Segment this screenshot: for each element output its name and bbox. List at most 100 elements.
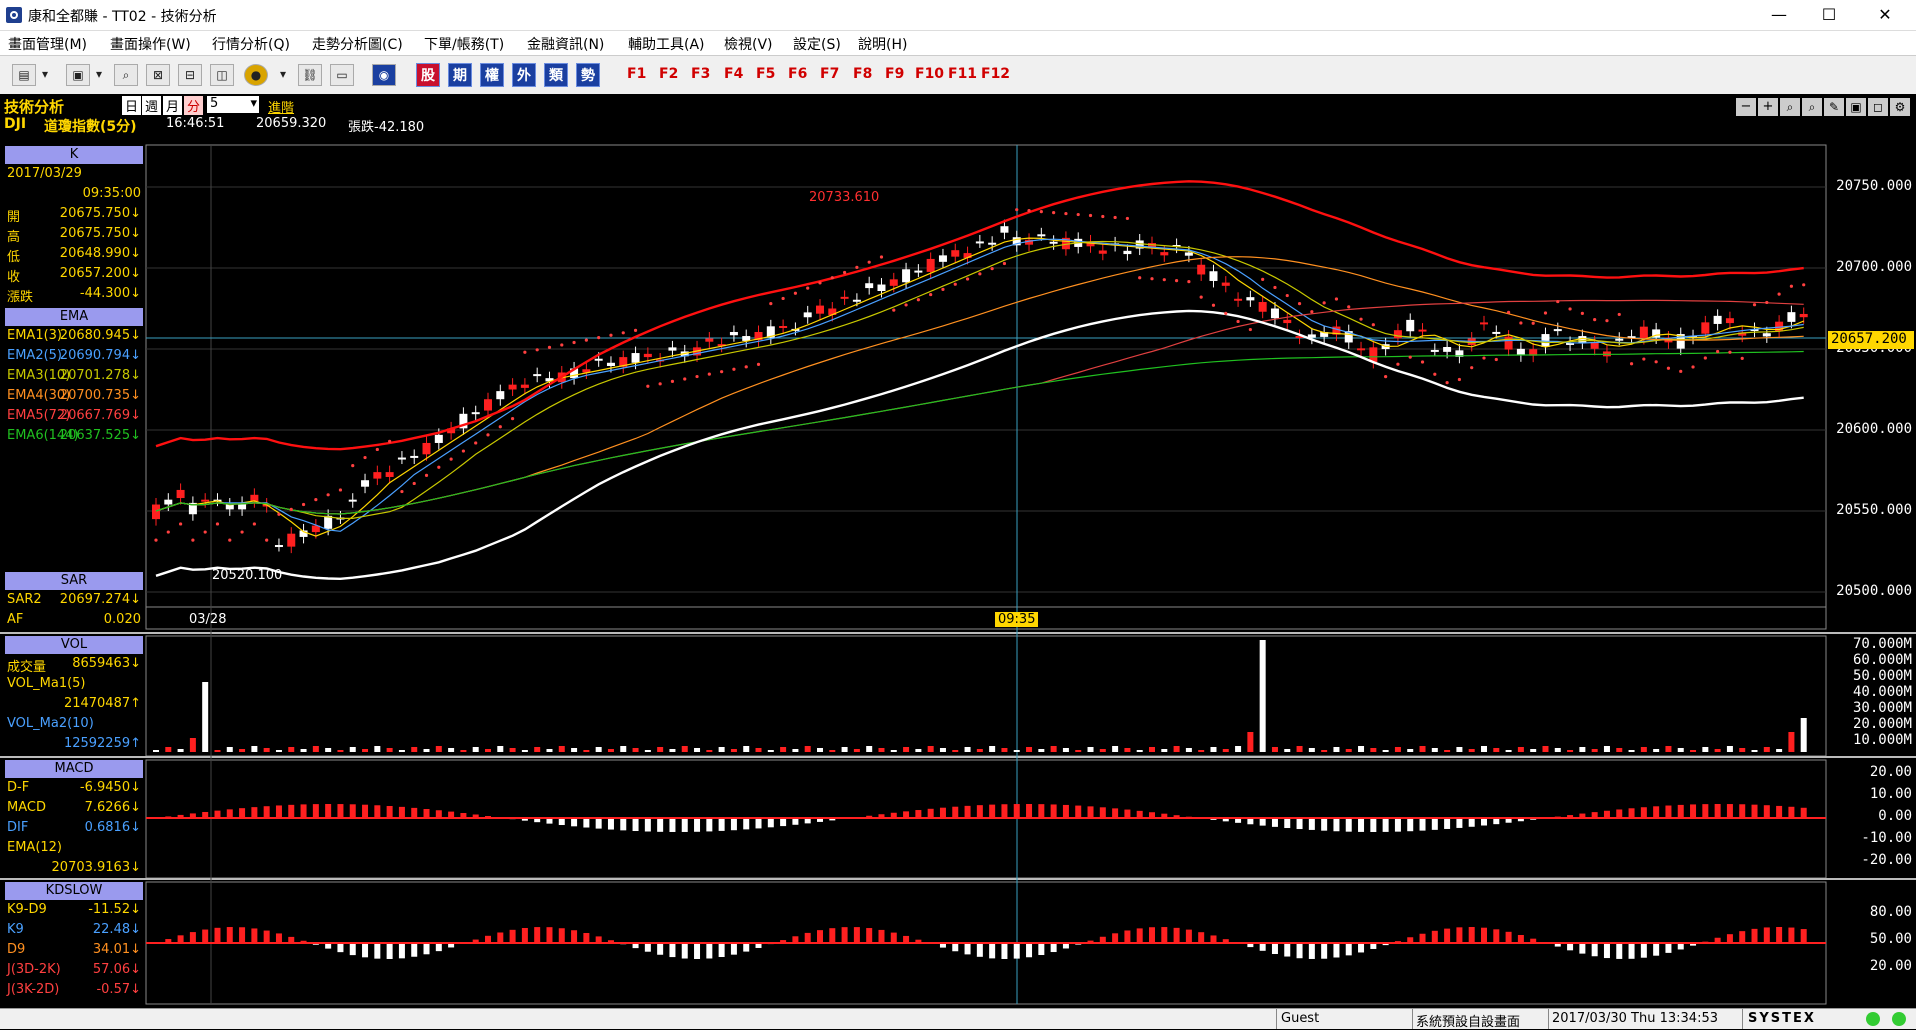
period-month[interactable]: 月 xyxy=(163,96,182,115)
f5-key[interactable]: F5 xyxy=(756,66,775,82)
kd-bar xyxy=(227,927,233,943)
draw-tool-icon[interactable]: ✎ xyxy=(1824,98,1844,116)
period-day[interactable]: 日 xyxy=(122,96,141,115)
volume-bar xyxy=(1186,748,1192,752)
monitor-icon[interactable]: ▭ xyxy=(330,64,354,86)
macd-bar xyxy=(485,816,491,818)
kd-bar xyxy=(276,933,282,943)
brand-logo-icon[interactable]: ◉ xyxy=(372,64,396,86)
zoom-out-icon[interactable]: − xyxy=(1736,98,1756,116)
ema-value: 20700.735↓ xyxy=(60,388,141,403)
candle-body xyxy=(1455,350,1463,356)
f7-key[interactable]: F7 xyxy=(820,66,839,82)
macd-bar xyxy=(1321,818,1327,831)
dropdown-arrow-icon[interactable]: ▾ xyxy=(276,64,290,86)
dropdown-arrow-icon[interactable]: ▾ xyxy=(92,64,106,86)
close-window-icon[interactable]: ⊠ xyxy=(146,64,170,86)
volume-bar xyxy=(1346,749,1352,752)
f6-key[interactable]: F6 xyxy=(788,66,807,82)
status-datetime: 2017/03/30 Thu 13:34:53 xyxy=(1552,1011,1718,1026)
axis-tick-label: 20.00 xyxy=(1870,958,1912,974)
kd-bar xyxy=(940,943,946,948)
maximize-button[interactable]: ☐ xyxy=(1806,0,1852,30)
quick-stock-button[interactable]: 股 xyxy=(416,63,440,87)
sar-dot xyxy=(204,530,207,533)
sar-value: 20697.274↓ xyxy=(60,592,141,607)
macd-bar xyxy=(1001,804,1007,818)
search-minus-icon[interactable]: ⌕ xyxy=(1780,98,1800,116)
menu-screen-manage[interactable]: 畫面管理(M) xyxy=(8,34,87,54)
f4-key[interactable]: F4 xyxy=(724,66,743,82)
menu-view[interactable]: 檢視(V) xyxy=(724,34,773,54)
macd-bar xyxy=(768,818,774,827)
kd-bar xyxy=(1801,929,1807,943)
quick-foreign-button[interactable]: 外 xyxy=(512,63,536,87)
candle-body xyxy=(853,300,861,302)
tile-vertical-icon[interactable]: ◫ xyxy=(210,64,234,86)
volume-bar xyxy=(1788,732,1794,752)
kd-label: J(3D-2K) xyxy=(7,962,61,977)
axis-tick-label: -10.00 xyxy=(1861,830,1912,846)
volume-bar xyxy=(1776,749,1782,752)
menu-trend-chart[interactable]: 走勢分析圖(C) xyxy=(312,34,403,54)
server-status-icon xyxy=(1892,1012,1906,1026)
link-icon[interactable]: ⛓ xyxy=(298,64,322,86)
period-week[interactable]: 週 xyxy=(142,96,161,115)
candle-body xyxy=(1074,239,1082,247)
coin-icon[interactable]: ● xyxy=(244,64,268,86)
menu-market-analysis[interactable]: 行情分析(Q) xyxy=(212,34,290,54)
quick-options-button[interactable]: 權 xyxy=(480,63,504,87)
macd-bar xyxy=(792,818,798,825)
kd-value: -0.57↓ xyxy=(96,982,141,997)
technical-chart[interactable] xyxy=(0,0,1916,1028)
f3-key[interactable]: F3 xyxy=(691,66,710,82)
f9-key[interactable]: F9 xyxy=(885,66,904,82)
zoom-icon[interactable]: ⌕ xyxy=(114,64,138,86)
macd-bar xyxy=(1456,818,1462,828)
close-button[interactable]: ✕ xyxy=(1862,0,1908,30)
f8-key[interactable]: F8 xyxy=(853,66,872,82)
layout-icon[interactable]: ▤ xyxy=(12,64,36,86)
menu-tools[interactable]: 輔助工具(A) xyxy=(628,34,705,54)
f10-key[interactable]: F10 xyxy=(915,66,944,82)
advanced-link[interactable]: 進階 xyxy=(268,97,294,116)
kd-bar xyxy=(424,943,430,954)
interval-select[interactable]: 5▾ xyxy=(207,96,259,113)
f11-key[interactable]: F11 xyxy=(948,66,977,82)
candle-body xyxy=(1062,238,1070,249)
volume-bar xyxy=(977,749,983,752)
menu-help[interactable]: 說明(H) xyxy=(858,34,907,54)
status-bar: Guest 系統預設自設畫面 2017/03/30 Thu 13:34:53 S… xyxy=(0,1008,1916,1029)
kd-bar xyxy=(743,943,749,952)
f1-key[interactable]: F1 xyxy=(627,66,646,82)
menu-settings[interactable]: 設定(S) xyxy=(793,34,841,54)
f2-key[interactable]: F2 xyxy=(659,66,678,82)
sar-dot xyxy=(314,498,317,501)
period-minute[interactable]: 分 xyxy=(184,96,203,115)
search-plus-icon[interactable]: ⌕ xyxy=(1802,98,1822,116)
tile-horizontal-icon[interactable]: ⊟ xyxy=(178,64,202,86)
save-icon[interactable]: ▣ xyxy=(1846,98,1866,116)
macd-bar xyxy=(805,818,811,823)
volume-bar xyxy=(202,682,208,752)
menu-order-account[interactable]: 下單/帳務(T) xyxy=(424,34,504,54)
dropdown-arrow-icon[interactable]: ▾ xyxy=(38,64,52,86)
quick-trend-button[interactable]: 勢 xyxy=(576,63,600,87)
candle-body xyxy=(287,534,295,547)
sar-dot xyxy=(1372,323,1375,326)
kd-bar xyxy=(436,943,442,951)
settings-icon[interactable]: ⚙ xyxy=(1890,98,1910,116)
candle-body xyxy=(668,347,676,350)
menu-financial-info[interactable]: 金融資訊(N) xyxy=(527,34,604,54)
save-screen-icon[interactable]: ▣ xyxy=(66,64,90,86)
f12-key[interactable]: F12 xyxy=(981,66,1010,82)
quick-category-button[interactable]: 類 xyxy=(544,63,568,87)
quick-futures-button[interactable]: 期 xyxy=(448,63,472,87)
menu-screen-operate[interactable]: 畫面操作(W) xyxy=(110,34,191,54)
window-icon[interactable]: ◻ xyxy=(1868,98,1888,116)
zoom-in-icon[interactable]: + xyxy=(1758,98,1778,116)
current-price-tag: 20657.200 xyxy=(1828,331,1914,349)
sar-dot xyxy=(1655,360,1658,363)
minimize-button[interactable]: — xyxy=(1756,0,1802,30)
macd-bar xyxy=(301,804,307,818)
